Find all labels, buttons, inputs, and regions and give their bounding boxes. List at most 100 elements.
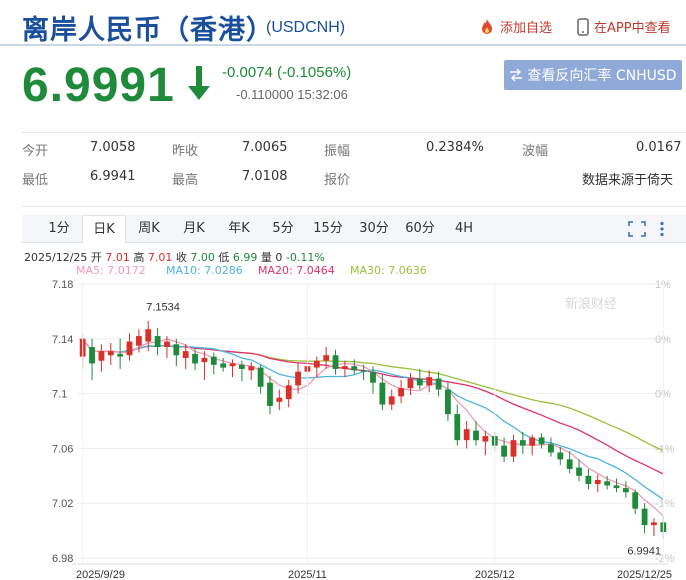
candle-body xyxy=(257,367,264,387)
candle-body xyxy=(229,363,236,367)
add-favorite-button[interactable]: 添加自选 xyxy=(478,17,552,36)
candle-body xyxy=(566,459,573,469)
volatility-label: 波幅 xyxy=(522,144,549,159)
arrow-down-icon xyxy=(188,66,210,100)
prev-close-label: 昨收 xyxy=(172,144,199,159)
change-and-time: -0.110000 15:32:06 xyxy=(236,87,348,102)
kline-chart[interactable]: 7.181%7.140%7.10%7.06-1%7.02-1%6.98-2%新浪… xyxy=(0,278,686,580)
candle-body xyxy=(445,389,451,415)
right-tick-label: -1% xyxy=(655,443,675,455)
candle-body xyxy=(276,397,283,402)
low-value: 6.9941 xyxy=(90,169,136,184)
tab-yearly-k[interactable]: 年K xyxy=(218,215,260,243)
candle-body xyxy=(342,366,348,369)
tab-60min[interactable]: 60分 xyxy=(398,215,442,243)
candle-body xyxy=(454,414,461,441)
candle-body xyxy=(435,378,442,390)
ohlc-close: 7.00 xyxy=(190,251,215,264)
reverse-rate-button[interactable]: 查看反向汇率 CNHUSD xyxy=(504,60,682,90)
tab-weekly-k[interactable]: 周K xyxy=(128,215,170,243)
candle-body xyxy=(379,382,386,405)
candle-body xyxy=(182,351,189,358)
candle-body xyxy=(154,336,161,348)
ohlc-high-label: 高 xyxy=(133,251,145,264)
ohlc-low-label: 低 xyxy=(218,251,230,264)
candle-body xyxy=(416,378,423,386)
max-price-annotation: 7.1534 xyxy=(146,301,180,313)
candle-body xyxy=(501,445,508,457)
watermark: 新浪财经 xyxy=(565,296,617,312)
ohlc-pct: -0.11% xyxy=(285,251,325,264)
tab-4h[interactable]: 4H xyxy=(444,215,484,243)
candle-body xyxy=(519,440,526,446)
quote-time: 15:32:06 xyxy=(297,87,348,102)
amplitude-value: 0.2384% xyxy=(426,140,484,155)
ohlc-low: 6.99 xyxy=(232,251,258,264)
y-tick-label: 7.18 xyxy=(52,279,73,291)
view-in-app-button[interactable]: 在APP中查看 xyxy=(576,17,671,36)
candle-body xyxy=(135,336,142,346)
change-secondary: -0.110000 xyxy=(236,87,294,102)
candle-body xyxy=(548,444,554,453)
x-tick-label: 2025/12 xyxy=(475,569,515,580)
candle-body xyxy=(295,371,301,386)
candle-body xyxy=(192,353,198,364)
data-source-text: 数据来源于倚天 xyxy=(582,173,674,188)
ma5-label: MA5: 7.0172 xyxy=(76,264,146,277)
candle-body xyxy=(173,344,180,356)
candle-body xyxy=(285,385,292,400)
candle-body xyxy=(164,341,170,348)
candle-body xyxy=(238,364,245,369)
open-value: 7.0058 xyxy=(90,140,136,155)
candle-body xyxy=(267,382,273,406)
tab-daily-k[interactable]: 日K xyxy=(82,215,126,243)
period-tabs: 1分 日K 周K 月K 年K 5分 15分 30分 60分 4H xyxy=(22,215,686,243)
high-value: 7.0108 xyxy=(242,169,288,184)
candle-body xyxy=(594,479,601,485)
x-tick-label: 2025/9/29 xyxy=(76,569,125,580)
ohlc-date: 2025/12/25 xyxy=(24,251,88,264)
tab-monthly-k[interactable]: 月K xyxy=(172,215,216,243)
ohlc-volume-label: 量 xyxy=(260,251,272,264)
candle-body xyxy=(201,357,208,363)
tab-1min[interactable]: 1分 xyxy=(38,215,80,243)
candle-body xyxy=(426,377,433,386)
tab-15min[interactable]: 15分 xyxy=(306,215,350,243)
candle-body xyxy=(210,356,217,365)
candle-body xyxy=(398,388,404,397)
candle-body xyxy=(332,355,339,369)
price-change: -0.0074 (-0.1056%) xyxy=(222,64,352,81)
candle-body xyxy=(117,353,124,357)
tab-5min[interactable]: 5分 xyxy=(262,215,304,243)
low-label: 最低 xyxy=(22,173,49,188)
ohlc-high: 7.01 xyxy=(147,251,173,264)
min-price-annotation: 6.9941 xyxy=(627,546,661,558)
x-tick-label: 2025/12/25 xyxy=(617,569,672,580)
candle-body xyxy=(576,467,582,476)
candle-body xyxy=(98,351,105,361)
page-header: 离岸人民币（香港） (USDCNH) 添加自选 在APP中查看 xyxy=(0,0,686,46)
fire-icon xyxy=(482,18,492,34)
ma5-line xyxy=(82,338,664,517)
candle-body xyxy=(407,378,414,389)
page-title: 离岸人民币（香港） xyxy=(22,15,274,46)
fullscreen-icon[interactable] xyxy=(628,221,646,237)
reverse-rate-label: 查看反向汇率 CNHUSD xyxy=(527,68,677,84)
ticker-symbol: (USDCNH) xyxy=(266,19,346,36)
ma20-line xyxy=(82,338,664,475)
candle-body xyxy=(89,347,95,364)
add-favorite-label: 添加自选 xyxy=(500,21,553,36)
ma20-label: MA20: 7.0464 xyxy=(258,264,335,277)
tab-30min[interactable]: 30分 xyxy=(352,215,396,243)
more-options-icon[interactable] xyxy=(658,221,666,237)
quote-source-label: 报价 xyxy=(324,173,351,188)
last-price: 6.9991 xyxy=(22,59,175,112)
y-tick-label: 6.98 xyxy=(52,553,73,565)
candle-body xyxy=(248,366,255,371)
swap-icon xyxy=(510,68,523,82)
candle-body xyxy=(473,430,479,441)
candle-body xyxy=(538,437,545,445)
candle-body xyxy=(388,396,395,405)
candle-body xyxy=(126,341,133,356)
candle-body xyxy=(613,485,620,489)
